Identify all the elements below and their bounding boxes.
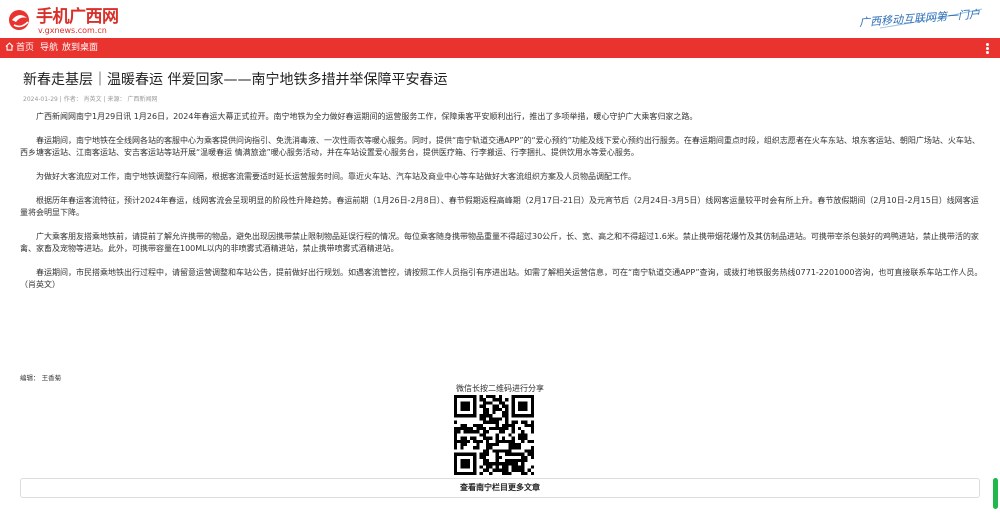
article-paragraph: 广西新闻网南宁1月29日讯 1月26日，2024年春运大幕正式拉开。南宁地铁为全…: [36, 112, 698, 121]
article-meta: 2024-01-29 | 作者： 肖英文 | 来源： 广西新闻网: [23, 96, 158, 103]
article-paragraph: 广大乘客朋友搭乘地铁前，请提前了解允许携带的物品，避免出现因携带禁止限制物品延误…: [20, 232, 979, 253]
site-header: 手机广西网 v.gxnews.com.cn 广西移动互联网第一门户: [0, 0, 1000, 38]
article-title: 新春走基层｜温暖春运 伴爱回家——南宁地铁多措并举保障平安春运: [23, 72, 448, 88]
nav-bar: 首页 导航 放到桌面: [0, 38, 1000, 58]
logo-mark-icon: [9, 10, 29, 30]
article-body: 广西新闻网南宁1月29日讯 1月26日，2024年春运大幕正式拉开。南宁地铁为全…: [20, 111, 984, 303]
scrollbar-thumb[interactable]: [993, 478, 998, 509]
nav-home-link[interactable]: 首页: [5, 38, 34, 58]
logo-title: 手机广西网: [36, 7, 119, 27]
more-articles-button[interactable]: 查看南宁栏目更多文章: [20, 478, 980, 498]
article-paragraph: 春运期间，南宁地铁在全线网各站的客服中心为乘客提供问询指引、免洗消毒液、一次性雨…: [20, 136, 980, 157]
logo-url: v.gxnews.com.cn: [38, 26, 107, 35]
nav-add-to-desktop-link[interactable]: 放到桌面: [62, 38, 98, 58]
share-label: 微信长按二维码进行分享: [456, 384, 544, 393]
article-paragraph: 春运期间，市民搭乘地铁出行过程中，请留意运营调整和车站公告，提前做好出行规划。如…: [20, 268, 983, 289]
nav-home-label: 首页: [16, 43, 35, 53]
qr-code-icon: [454, 395, 534, 475]
nav-guide-link[interactable]: 导航: [40, 38, 58, 58]
more-menu-icon[interactable]: [986, 43, 990, 54]
article-paragraph: 根据历年春运客流特征，预计2024年春运，线网客流会呈现明显的阶段性升降趋势。春…: [20, 196, 979, 217]
home-icon: [5, 42, 14, 51]
site-logo[interactable]: 手机广西网 v.gxnews.com.cn: [6, 6, 126, 36]
article-editor: 编辑： 王香菊: [20, 374, 62, 382]
article-paragraph: 为做好大客流应对工作，南宁地铁调整行车间隔，根据客流需要适时延长运营服务时间。靠…: [36, 172, 636, 181]
